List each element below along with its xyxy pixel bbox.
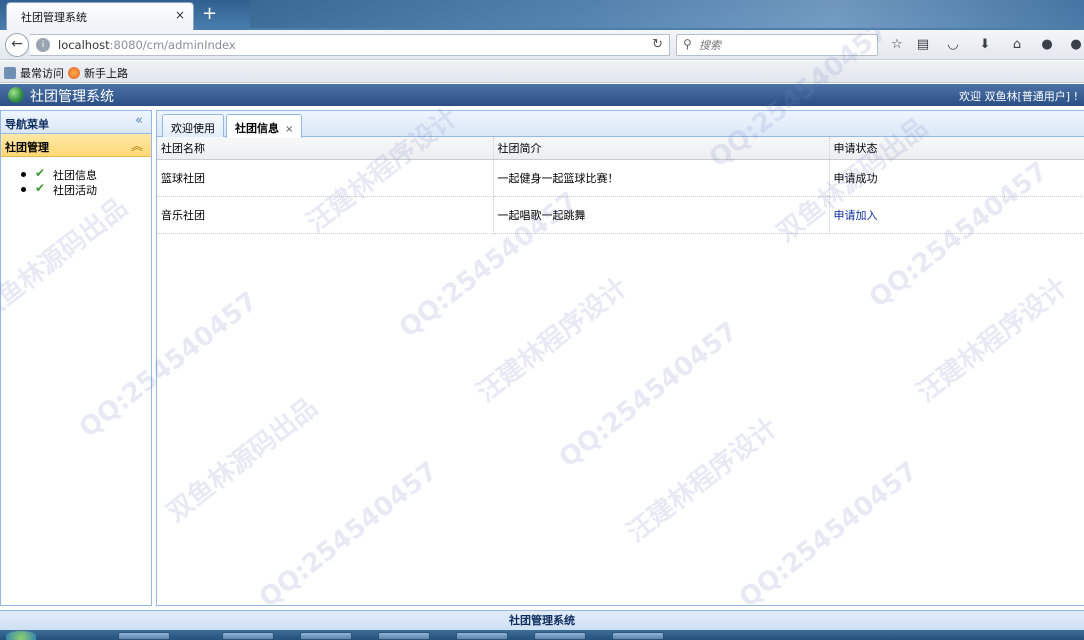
cell-apply-status: 申请加入 <box>829 196 1084 234</box>
footer-text: 社团管理系统 <box>509 614 575 627</box>
app-logo-icon <box>8 87 24 103</box>
reading-list-icon[interactable]: ▤ <box>915 37 931 53</box>
taskbar-app-button[interactable] <box>222 632 274 640</box>
pocket-icon[interactable]: ◡ <box>945 37 961 53</box>
back-button[interactable]: ← <box>5 33 29 57</box>
firefox-icon <box>68 67 80 79</box>
start-button[interactable] <box>6 631 36 640</box>
search-box[interactable]: ⚲ <box>676 34 878 56</box>
accordion-header-club-management[interactable]: 社团管理 ︽ <box>1 134 151 157</box>
reload-icon[interactable]: ↻ <box>652 37 663 52</box>
browser-tab[interactable]: 社团管理系统 × <box>6 2 194 30</box>
home-icon[interactable]: ⌂ <box>1009 37 1025 53</box>
browser-tab-close-icon[interactable]: × <box>175 8 185 22</box>
site-info-icon[interactable]: i <box>36 38 50 52</box>
bookmark-getting-started[interactable]: 新手上路 <box>68 65 128 81</box>
browser-tab-title: 社团管理系统 <box>21 11 87 24</box>
bookmark-label: 新手上路 <box>84 67 128 80</box>
check-icon: ✔ <box>35 166 46 180</box>
bookmark-label: 最常访问 <box>20 67 64 80</box>
new-tab-button[interactable]: + <box>202 3 217 24</box>
app-title: 社团管理系统 <box>30 89 114 105</box>
column-header-club-intro[interactable]: 社团简介 <box>493 137 830 160</box>
cell-club-name: 音乐社团 <box>157 196 494 234</box>
nav-item-club-info[interactable]: ✔ 社团信息 <box>21 166 151 182</box>
nav-panel: 导航菜单 « 社团管理 ︽ ✔ 社团信息 ✔ 社团活动 <box>0 110 152 606</box>
taskbar-app-button[interactable] <box>456 632 508 640</box>
tab-welcome[interactable]: 欢迎使用 <box>162 114 224 137</box>
url-path: :8080/cm/adminIndex <box>109 38 236 52</box>
column-header-apply-status[interactable]: 申请状态 <box>829 137 1084 160</box>
tab-club-info[interactable]: 社团信息 × <box>226 114 303 138</box>
check-icon: ✔ <box>35 181 46 195</box>
nav-panel-title: 导航菜单 <box>5 118 49 131</box>
club-table: 社团名称 社团简介 申请状态 篮球社团 一起健身一起篮球比赛！ 申请成功 音乐社… <box>157 137 1084 234</box>
extension-icon[interactable]: ● <box>1068 37 1084 53</box>
taskbar-app-button[interactable] <box>300 632 352 640</box>
browser-navbar: ← i localhost:8080/cm/adminIndex ↻ ⚲ ☆ ▤… <box>0 30 1084 60</box>
nav-item-club-activities[interactable]: ✔ 社团活动 <box>21 181 151 197</box>
search-icon: ⚲ <box>683 37 692 51</box>
tab-label: 欢迎使用 <box>171 122 215 135</box>
taskbar-app-button[interactable] <box>118 632 170 640</box>
bookmark-most-visited[interactable]: 最常访问 <box>4 65 64 81</box>
cell-club-name: 篮球社团 <box>157 159 494 197</box>
taskbar-app-button[interactable] <box>378 632 430 640</box>
welcome-text: 欢迎 双鱼林[普通用户] ! <box>959 90 1078 103</box>
cell-club-intro: 一起唱歌一起跳舞 <box>493 196 830 234</box>
nav-item-label: 社团信息 <box>53 169 97 182</box>
os-taskbar <box>0 630 1084 640</box>
tab-strip-background <box>250 0 1084 28</box>
accordion-title: 社团管理 <box>5 141 49 154</box>
browser-tab-strip: 社团管理系统 × + <box>0 0 1084 30</box>
search-input[interactable] <box>699 37 869 53</box>
download-icon[interactable]: ⬇ <box>977 37 993 53</box>
cell-apply-status: 申请成功 <box>829 159 1084 197</box>
bullet-icon <box>21 172 26 177</box>
app-header: 社团管理系统 欢迎 双鱼林[普通用户] ! <box>0 84 1084 106</box>
url-host: localhost <box>58 38 110 52</box>
table-row[interactable]: 音乐社团 一起唱歌一起跳舞 申请加入 <box>157 196 1084 234</box>
content-tabs: 欢迎使用 社团信息 × <box>157 111 1084 138</box>
main-panel: 欢迎使用 社团信息 × 社团名称 社团简介 申请状态 篮球社团 一起健身一起篮球比… <box>156 110 1084 606</box>
chevron-up-icon[interactable]: ︽ <box>131 137 143 154</box>
app-footer: 社团管理系统 <box>0 610 1084 630</box>
table-header-row: 社团名称 社团简介 申请状态 <box>157 137 1084 160</box>
nav-menu: ✔ 社团信息 ✔ 社团活动 <box>1 157 151 197</box>
taskbar-app-button[interactable] <box>612 632 664 640</box>
bookmark-folder-icon <box>4 67 16 79</box>
url-text: localhost:8080/cm/adminIndex <box>58 38 236 52</box>
cell-club-intro: 一起健身一起篮球比赛！ <box>493 159 830 197</box>
nav-item-label: 社团活动 <box>53 184 97 197</box>
tab-label: 社团信息 <box>235 122 279 135</box>
apply-join-link[interactable]: 申请加入 <box>834 209 878 222</box>
bullet-icon <box>21 187 26 192</box>
column-header-club-name[interactable]: 社团名称 <box>157 137 494 160</box>
collapse-panel-icon[interactable]: « <box>135 113 143 128</box>
taskbar-app-button[interactable] <box>534 632 586 640</box>
nav-panel-header: 导航菜单 « <box>1 111 151 134</box>
bookmarks-bar: 最常访问 新手上路 <box>0 61 1084 83</box>
tab-close-icon[interactable]: × <box>285 124 293 135</box>
url-bar[interactable]: i localhost:8080/cm/adminIndex ↻ <box>30 34 670 56</box>
bookmark-star-icon[interactable]: ☆ <box>889 37 905 53</box>
table-row[interactable]: 篮球社团 一起健身一起篮球比赛！ 申请成功 <box>157 159 1084 197</box>
chat-icon[interactable]: ● <box>1039 37 1055 53</box>
